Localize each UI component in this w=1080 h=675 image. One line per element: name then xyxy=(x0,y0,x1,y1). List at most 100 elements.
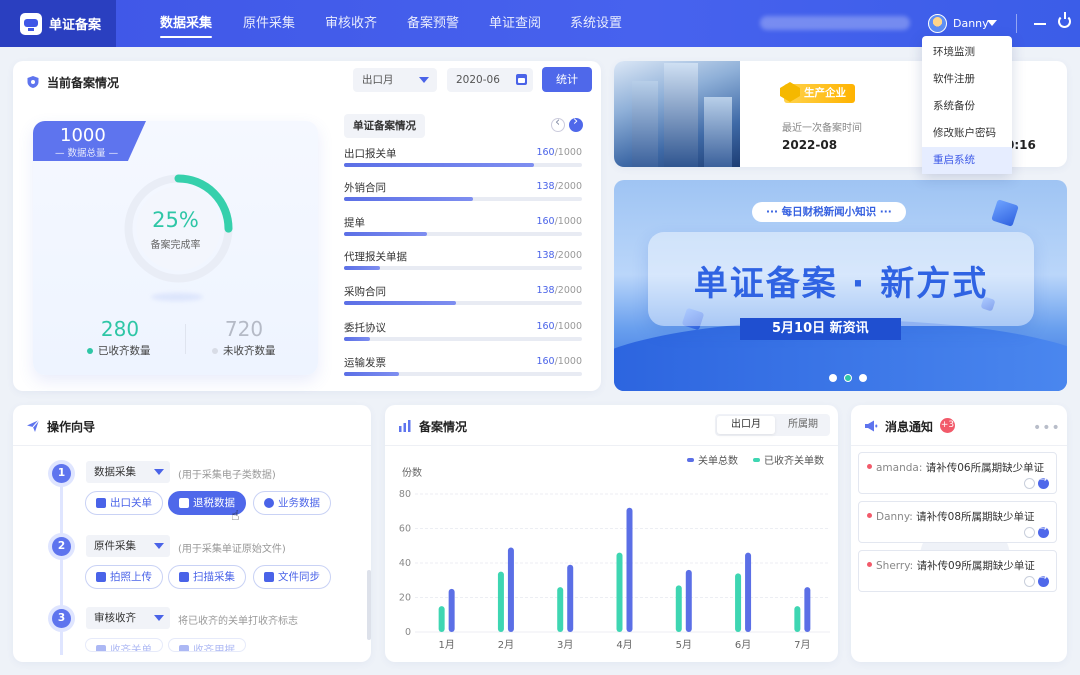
tower-shape xyxy=(704,97,732,167)
docs-section-title: 单证备案情况 xyxy=(344,114,425,138)
date-picker[interactable]: 2020-06 xyxy=(447,68,533,92)
dismiss-icon[interactable] xyxy=(1024,478,1035,489)
period-select-value: 出口月 xyxy=(362,74,394,86)
dismiss-icon[interactable] xyxy=(1024,576,1035,587)
stats-button[interactable]: 统计 xyxy=(542,67,592,92)
tab-export-month[interactable]: 出口月 xyxy=(717,416,775,434)
tower-shape xyxy=(664,63,698,167)
scan-icon xyxy=(179,572,189,582)
notification-item[interactable]: amanda: 请补传06所属期缺少单证 xyxy=(858,452,1057,494)
business-data-button[interactable]: 业务数据 xyxy=(253,491,331,515)
user-name[interactable]: Danny xyxy=(953,17,989,30)
arrow-right-icon[interactable] xyxy=(1038,524,1049,538)
y-tick-label: 20 xyxy=(399,593,411,604)
carousel-dot-active[interactable] xyxy=(844,374,852,382)
nav-tab-original-collection[interactable]: 原件采集 xyxy=(243,0,295,47)
step-number-1: 1 xyxy=(52,464,71,483)
notification-item[interactable]: Sherry: 请补传09所属期缺少单证 xyxy=(858,550,1057,592)
y-tick-label: 40 xyxy=(399,558,411,569)
hand-cursor-icon: ☝ xyxy=(231,508,240,524)
doc-count: 160/1000 xyxy=(536,216,582,227)
legend-swatch xyxy=(687,458,694,462)
nav-tab-data-collection[interactable]: 数据采集 xyxy=(160,0,213,47)
carousel-dot[interactable] xyxy=(829,374,837,382)
tab-tax-period[interactable]: 所属期 xyxy=(777,416,829,434)
notification-text: Sherry: 请补传09所属期缺少单证 xyxy=(876,560,1035,572)
building-image xyxy=(614,61,740,167)
doc-progress-row: 运输发票 160/1000 xyxy=(344,355,582,385)
scan-collect-button[interactable]: 扫描采集 xyxy=(168,565,246,589)
app-logo[interactable]: 单证备案 xyxy=(0,0,116,47)
menu-item-env-monitor[interactable]: 环境监测 xyxy=(922,39,1012,66)
step-connector xyxy=(60,480,63,655)
bar-received xyxy=(438,606,445,632)
last-filing-label: 最近一次备案时间 xyxy=(782,123,862,134)
divider xyxy=(1016,14,1017,33)
bar-total xyxy=(448,588,455,632)
export-declaration-button[interactable]: 出口关单 xyxy=(85,491,163,515)
doc-count: 160/1000 xyxy=(536,356,582,367)
nav-tab-doc-lookup[interactable]: 单证查阅 xyxy=(489,0,541,47)
divider xyxy=(385,445,838,446)
collect-declaration-button[interactable]: 收齐关单 xyxy=(85,638,163,652)
more-icon[interactable]: ••• xyxy=(1033,420,1061,436)
arrow-right-icon[interactable] xyxy=(1038,475,1049,489)
menu-item-backup[interactable]: 系统备份 xyxy=(922,93,1012,120)
nav-tab-filing-alert[interactable]: 备案预警 xyxy=(407,0,459,47)
bar-total xyxy=(626,507,633,632)
chevron-down-icon[interactable] xyxy=(987,20,997,26)
dot-icon xyxy=(87,347,93,354)
banner-tag: ··· 每日财税新闻小知识 ··· xyxy=(752,202,906,222)
scrollbar[interactable] xyxy=(367,570,371,640)
notification-item[interactable]: Danny: 请补传08所属期缺少单证 xyxy=(858,501,1057,543)
period-select[interactable]: 出口月 xyxy=(353,68,437,92)
arrow-right-icon[interactable] xyxy=(1038,573,1049,587)
enterprise-type-badge: 生产企业 xyxy=(784,84,855,103)
photo-upload-button[interactable]: 拍照上传 xyxy=(85,565,163,589)
banner-headline: 单证备案 · 新方式 xyxy=(693,264,989,304)
prev-page-icon[interactable] xyxy=(551,115,565,132)
step-3-select[interactable]: 审核收齐 xyxy=(86,607,170,629)
y-tick-label: 60 xyxy=(399,524,411,535)
file-sync-button[interactable]: 文件同步 xyxy=(253,565,331,589)
bar-received xyxy=(497,571,504,632)
x-tick-label: 5月 xyxy=(676,639,692,651)
avatar[interactable] xyxy=(928,14,947,33)
store-icon xyxy=(179,498,189,508)
doc-progress-row: 代理报关单据 138/2000 xyxy=(344,249,582,279)
next-page-icon[interactable] xyxy=(569,114,583,132)
doc-progress-track xyxy=(344,163,582,167)
chevron-down-icon xyxy=(154,615,164,621)
news-banner[interactable]: ··· 每日财税新闻小知识 ··· 单证备案 · 新方式 5月10日 新资讯 xyxy=(614,180,1067,391)
table-icon xyxy=(179,645,189,651)
nav-tab-settings[interactable]: 系统设置 xyxy=(570,0,622,47)
doc-progress-row: 采购合同 138/2000 xyxy=(344,284,582,314)
collect-receipt-button[interactable]: 收齐用据 xyxy=(168,638,246,652)
minimize-icon[interactable] xyxy=(1034,23,1046,25)
doc-name: 提单 xyxy=(344,217,365,229)
not-received-value: 720 xyxy=(224,317,264,341)
not-received-label: 未收齐数量 xyxy=(212,343,276,358)
step-1-select[interactable]: 数据采集 xyxy=(86,461,170,483)
doc-progress-fill xyxy=(344,266,380,270)
doc-progress-row: 出口报关单 160/1000 xyxy=(344,146,582,176)
doc-progress-track xyxy=(344,266,582,270)
nav-tab-review[interactable]: 审核收齐 xyxy=(325,0,377,47)
menu-item-restart[interactable]: 重启系统 xyxy=(922,147,1012,174)
menu-item-software-register[interactable]: 软件注册 xyxy=(922,66,1012,93)
y-tick-label: 0 xyxy=(405,627,411,638)
guide-title: 操作向导 xyxy=(47,419,96,434)
carousel-dot[interactable] xyxy=(859,374,867,382)
doc-progress-track xyxy=(344,301,582,305)
briefcase-icon xyxy=(264,572,274,582)
notifications-title: 消息通知 xyxy=(885,419,934,434)
doc-progress-fill xyxy=(344,163,535,167)
power-icon[interactable] xyxy=(1058,12,1071,28)
bar-total xyxy=(567,564,574,632)
dismiss-icon[interactable] xyxy=(1024,527,1035,538)
filing-status-title: 当前备案情况 xyxy=(47,75,120,90)
menu-item-change-password[interactable]: 修改账户密码 xyxy=(922,120,1012,147)
step-2-select[interactable]: 原件采集 xyxy=(86,535,170,557)
unread-dot xyxy=(867,464,872,469)
notification-text: amanda: 请补传06所属期缺少单证 xyxy=(876,462,1045,474)
